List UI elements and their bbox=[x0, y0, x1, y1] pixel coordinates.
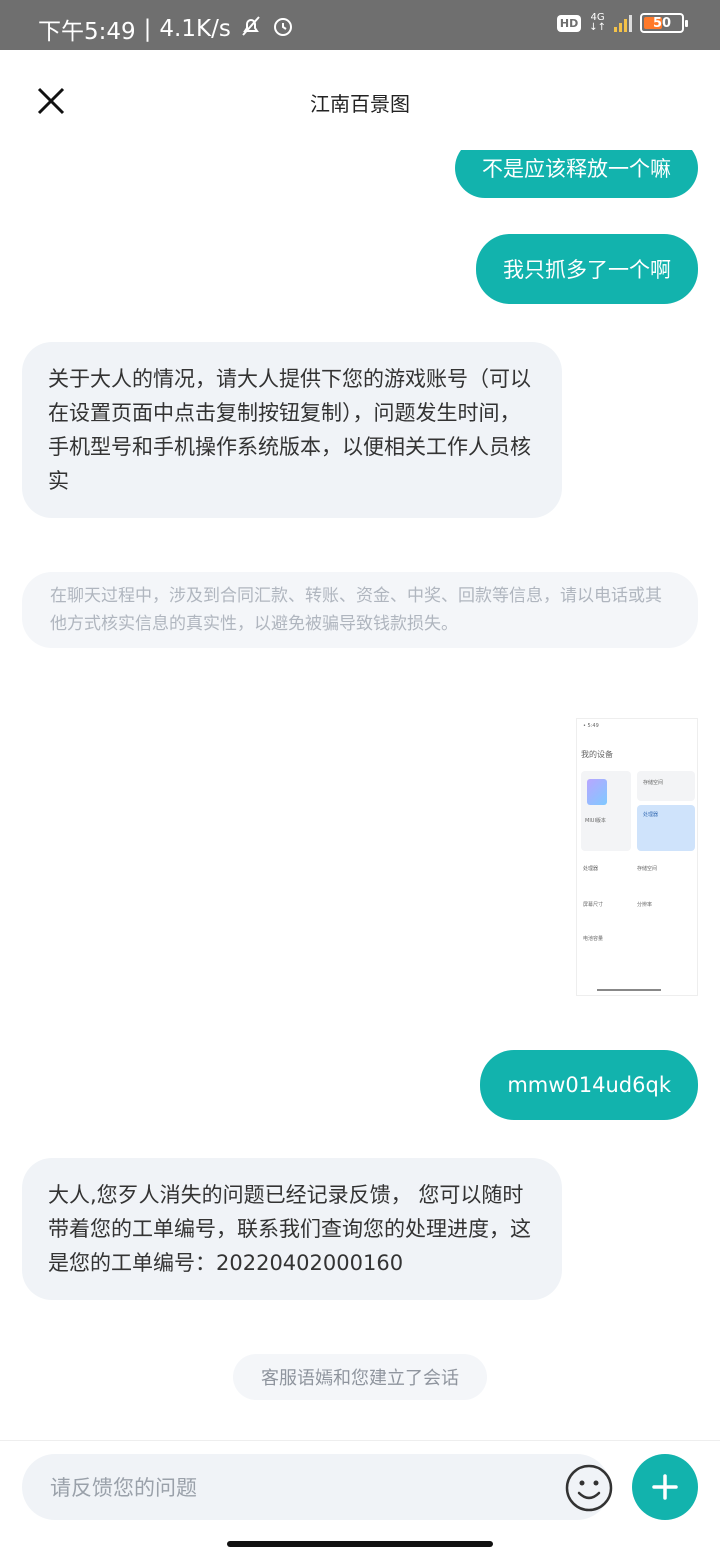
input-placeholder: 请反馈您的问题 bbox=[50, 1476, 197, 1500]
safety-notice: 在聊天过程中，涉及到合同汇款、转账、资金、中奖、回款等信息，请以电话或其他方式核… bbox=[22, 572, 698, 648]
page-title: 江南百景图 bbox=[310, 94, 410, 116]
hd-badge: HD bbox=[556, 14, 582, 32]
home-indicator[interactable] bbox=[227, 1541, 493, 1547]
screenshot-image-message[interactable]: • 5:49 我的设备 MIUI版本 存储空间 处理器 处理器 存储空间 屏幕尺… bbox=[576, 718, 698, 996]
signal-icon bbox=[614, 14, 632, 32]
status-net-speed: 4.1K/s bbox=[159, 16, 231, 42]
chat-area[interactable]: 不是应该释放一个嘛 我只抓多了一个啊 关于大人的情况，请大人提供下您的游戏账号（… bbox=[0, 150, 720, 1440]
status-bar: 下午5:49 | 4.1K/s HD 4G ↓↑ 50 bbox=[0, 0, 720, 50]
feedback-input[interactable]: 请反馈您的问题 bbox=[22, 1454, 613, 1520]
bell-off-icon bbox=[239, 14, 263, 44]
plus-icon[interactable] bbox=[632, 1454, 698, 1520]
network-indicator: 4G ↓↑ bbox=[589, 12, 606, 33]
status-time: 下午5:49 bbox=[38, 19, 136, 45]
message-outgoing: 我只抓多了一个啊 bbox=[476, 234, 698, 304]
smiley-icon[interactable] bbox=[564, 1463, 614, 1513]
battery-icon: 50 bbox=[640, 13, 688, 33]
app-header: 江南百景图 bbox=[0, 50, 720, 150]
message-incoming: 关于大人的情况，请大人提供下您的游戏账号（可以在设置页面中点击复制按钮复制），问… bbox=[22, 342, 562, 518]
message-outgoing: 不是应该释放一个嘛 bbox=[455, 150, 698, 198]
session-status-pill: 客服语嫣和您建立了会话 bbox=[233, 1354, 487, 1400]
alarm-icon bbox=[271, 14, 295, 44]
miui-logo-icon bbox=[587, 779, 607, 805]
message-outgoing: mmw014ud6qk bbox=[480, 1050, 698, 1120]
message-incoming: 大人,您歹人消失的问题已经记录反馈， 您可以随时带着您的工单编号，联系我们查询您… bbox=[22, 1158, 562, 1300]
